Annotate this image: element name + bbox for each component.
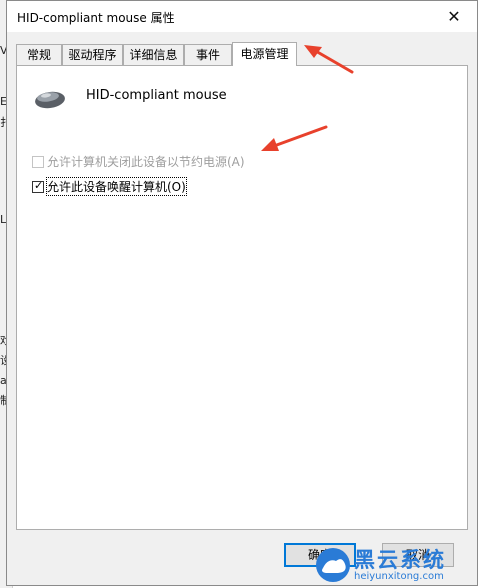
tab-driver[interactable]: 驱动程序 <box>62 44 123 65</box>
tab-strip: 常规 驱动程序 详细信息 事件 电源管理 <box>16 42 468 66</box>
annotation-arrow-icon <box>261 125 328 151</box>
window-title: HID-compliant mouse 属性 <box>17 11 175 25</box>
watermark-name: 黑云系统 <box>354 548 446 572</box>
title-bar[interactable]: HID-compliant mouse 属性 ✕ <box>7 1 477 32</box>
watermark-url: heiyunxitong.com <box>354 571 444 582</box>
tab-power-management[interactable]: 电源管理 <box>232 42 297 66</box>
checkmark-icon: ✓ <box>34 178 44 192</box>
power-management-panel: HID-compliant mouse 允许计算机关闭此设备以节约电源(A) ✓… <box>16 65 468 530</box>
watermark: 黑云系统 heiyunxitong.com <box>312 544 479 588</box>
allow-power-off-label: 允许计算机关闭此设备以节约电源(A) <box>47 155 245 169</box>
tab-details[interactable]: 详细信息 <box>123 44 184 65</box>
close-icon: ✕ <box>447 7 461 26</box>
device-name: HID-compliant mouse <box>86 88 227 103</box>
allow-wake-checkbox[interactable]: ✓ <box>32 178 44 193</box>
close-button[interactable]: ✕ <box>431 1 477 32</box>
allow-wake-option[interactable]: ✓ 允许此设备唤醒计算机(O) <box>32 177 187 196</box>
mouse-icon <box>35 91 65 109</box>
allow-wake-label: 允许此设备唤醒计算机(O) <box>46 177 187 196</box>
annotation-arrow-icon <box>304 45 354 74</box>
allow-power-off-option[interactable]: 允许计算机关闭此设备以节约电源(A) <box>32 153 245 170</box>
tab-general[interactable]: 常规 <box>16 44 62 65</box>
watermark-logo-icon <box>316 548 350 582</box>
tab-events[interactable]: 事件 <box>184 44 232 65</box>
properties-dialog: HID-compliant mouse 属性 ✕ 常规 驱动程序 详细信息 事件… <box>6 0 478 586</box>
allow-power-off-checkbox[interactable] <box>32 155 44 168</box>
